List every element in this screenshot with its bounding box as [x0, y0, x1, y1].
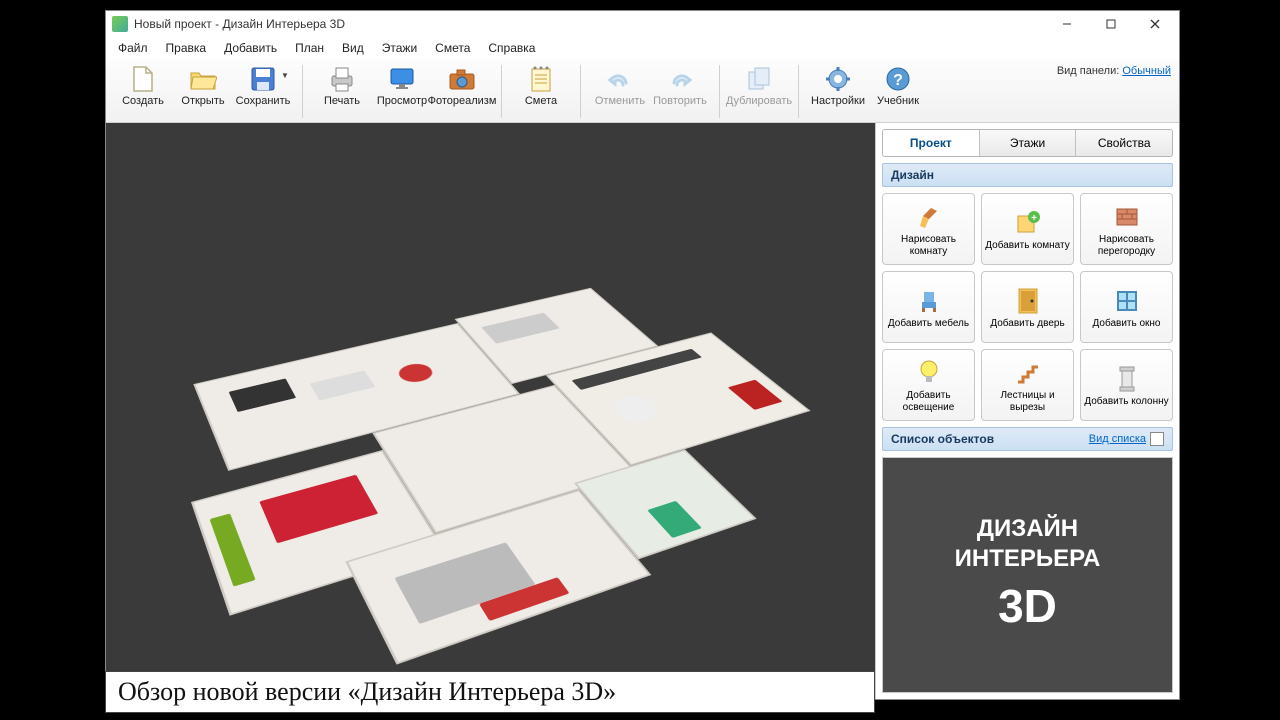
print-button[interactable]: Печать [313, 63, 371, 111]
add-room-button[interactable]: + Добавить комнату [981, 193, 1074, 265]
settings-label: Настройки [811, 95, 865, 107]
menu-add[interactable]: Добавить [216, 39, 285, 57]
window-icon [1113, 287, 1141, 315]
floorplan-model [127, 262, 875, 671]
window-title: Новый проект - Дизайн Интерьера 3D [134, 17, 1045, 31]
chair-icon [915, 287, 943, 315]
preview-button[interactable]: Просмотр [373, 63, 431, 111]
undo-label: Отменить [595, 95, 645, 107]
draw-room-button[interactable]: Нарисовать комнату [882, 193, 975, 265]
create-label: Создать [122, 95, 164, 107]
notepad-icon [527, 65, 555, 93]
open-button[interactable]: Открыть [174, 63, 232, 120]
estimate-label: Смета [525, 95, 557, 107]
undo-button[interactable]: Отменить [591, 63, 649, 111]
menubar: Файл Правка Добавить План Вид Этажи Смет… [106, 37, 1179, 59]
menu-edit[interactable]: Правка [158, 39, 215, 57]
add-window-button[interactable]: Добавить окно [1080, 271, 1173, 343]
objects-header: Список объектов Вид списка [882, 427, 1173, 451]
printer-icon [328, 65, 356, 93]
promo-logo: ДИЗАЙН ИНТЕРЬЕРА 3D [955, 514, 1101, 636]
preview-label: Просмотр [377, 95, 427, 107]
redo-button[interactable]: Повторить [651, 63, 709, 111]
duplicate-icon [745, 65, 773, 93]
pencil-icon [915, 203, 943, 231]
lightbulb-icon [915, 359, 943, 387]
save-label: Сохранить [236, 95, 291, 107]
column-icon [1113, 365, 1141, 393]
tab-properties[interactable]: Свойства [1076, 130, 1172, 156]
toolbar: Создать Открыть Сохранить ▼ Печать [106, 59, 1179, 123]
save-icon [249, 65, 277, 93]
video-caption: Обзор новой версии «Дизайн Интерьера 3D» [105, 671, 875, 713]
open-label: Открыть [181, 95, 224, 107]
new-document-icon [129, 65, 157, 93]
manual-label: Учебник [877, 95, 919, 107]
menu-view[interactable]: Вид [334, 39, 372, 57]
close-button[interactable] [1133, 11, 1177, 37]
undo-icon [606, 65, 634, 93]
duplicate-label: Дублировать [726, 95, 792, 107]
monitor-icon [388, 65, 416, 93]
draw-partition-button[interactable]: Нарисовать перегородку [1080, 193, 1173, 265]
duplicate-button[interactable]: Дублировать [730, 63, 788, 111]
tab-floors[interactable]: Этажи [980, 130, 1077, 156]
settings-button[interactable]: Настройки [809, 63, 867, 111]
list-view-icon[interactable] [1150, 432, 1164, 446]
panel-mode-link[interactable]: Обычный [1122, 65, 1171, 77]
stairs-icon [1014, 359, 1042, 387]
panel-mode-label: Вид панели: [1057, 65, 1119, 77]
add-furniture-button[interactable]: Добавить мебель [882, 271, 975, 343]
workarea: Проект Этажи Свойства Дизайн Нарисовать … [106, 123, 1179, 699]
manual-button[interactable]: ? Учебник [869, 63, 927, 111]
minimize-button[interactable] [1045, 11, 1089, 37]
side-tabs: Проект Этажи Свойства [882, 129, 1173, 157]
add-column-button[interactable]: Добавить колонну [1080, 349, 1173, 421]
photoreal-label: Фотореализм [428, 95, 497, 107]
print-label: Печать [324, 95, 360, 107]
design-header: Дизайн [882, 163, 1173, 187]
menu-floors[interactable]: Этажи [374, 39, 425, 57]
dropdown-arrow-icon[interactable]: ▼ [281, 71, 289, 80]
app-icon [112, 16, 128, 32]
app-window: Новый проект - Дизайн Интерьера 3D Файл … [105, 10, 1180, 700]
list-view-link[interactable]: Вид списка [1089, 433, 1146, 445]
gear-icon [824, 65, 852, 93]
svg-text:?: ? [893, 72, 903, 89]
menu-file[interactable]: Файл [110, 39, 156, 57]
menu-estimate[interactable]: Смета [427, 39, 478, 57]
photoreal-button[interactable]: Фотореализм [433, 63, 491, 111]
tab-project[interactable]: Проект [883, 130, 980, 156]
maximize-button[interactable] [1089, 11, 1133, 37]
stairs-cutouts-button[interactable]: Лестницы и вырезы [981, 349, 1074, 421]
design-grid: Нарисовать комнату + Добавить комнату На… [882, 193, 1173, 421]
help-icon: ? [884, 65, 912, 93]
add-lighting-button[interactable]: Добавить освещение [882, 349, 975, 421]
create-button[interactable]: Создать [114, 63, 172, 120]
panel-mode: Вид панели: Обычный [1057, 63, 1171, 77]
redo-icon [666, 65, 694, 93]
brick-wall-icon [1113, 203, 1141, 231]
redo-label: Повторить [653, 95, 707, 107]
menu-plan[interactable]: План [287, 39, 332, 57]
menu-help[interactable]: Справка [480, 39, 543, 57]
door-icon [1014, 287, 1042, 315]
objects-list[interactable]: ДИЗАЙН ИНТЕРЬЕРА 3D [882, 457, 1173, 693]
add-door-button[interactable]: Добавить дверь [981, 271, 1074, 343]
estimate-button[interactable]: Смета [512, 63, 570, 111]
svg-text:+: + [1031, 213, 1037, 224]
titlebar: Новый проект - Дизайн Интерьера 3D [106, 11, 1179, 37]
side-panel: Проект Этажи Свойства Дизайн Нарисовать … [875, 123, 1179, 699]
folder-open-icon [189, 65, 217, 93]
room-plus-icon: + [1014, 209, 1042, 237]
viewport-3d[interactable] [106, 123, 875, 699]
camera-icon [448, 65, 476, 93]
save-button[interactable]: Сохранить ▼ [234, 63, 292, 120]
